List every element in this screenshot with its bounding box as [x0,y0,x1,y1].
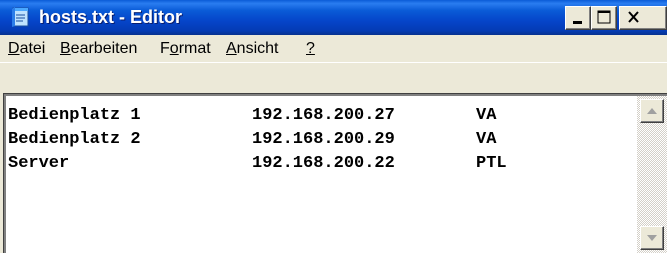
host-tag: VA [476,130,497,149]
scroll-up-arrow-icon [647,108,657,114]
maximize-button[interactable] [591,6,617,30]
menu-bearbeiten-access-key: B [60,40,71,57]
menu-datei[interactable]: Datei [8,35,45,63]
host-ip: 192.168.200.27 [252,106,395,125]
menu-ansicht[interactable]: Ansicht [226,35,278,63]
host-name: Bedienplatz 2 [8,130,141,149]
menu-datei-access-key: D [8,40,20,57]
host-name: Server [8,154,70,173]
menu-format-prefix: F [160,40,170,57]
editor-content[interactable]: Bedienplatz 1 192.168.200.27 VA Bedienpl… [8,104,628,244]
host-tag: VA [476,106,497,125]
host-name: Bedienplatz 1 [8,106,141,125]
notepad-window: hosts.txt - Editor Datei Bearbeiten Form… [0,0,667,253]
host-tag: PTL [476,154,507,173]
notepad-icon[interactable] [10,6,32,28]
scroll-down-button[interactable] [640,226,664,250]
menu-ansicht-rest: nsicht [236,40,279,57]
text-line: Bedienplatz 1 192.168.200.27 VA [8,104,496,128]
menu-format-access-key: o [169,40,179,57]
menu-bearbeiten[interactable]: Bearbeiten [60,35,137,63]
menu-bar: Datei Bearbeiten Format Ansicht ? [0,35,667,63]
minimize-icon [573,21,582,24]
close-button[interactable] [619,6,667,30]
vertical-scrollbar[interactable] [637,96,667,253]
text-line: Bedienplatz 2 192.168.200.29 VA [8,128,496,152]
menu-help[interactable]: ? [306,35,315,63]
menu-help-label: ? [306,40,315,57]
menu-bearbeiten-rest: earbeiten [70,40,138,57]
window-title: hosts.txt - Editor [39,7,182,27]
text-line: Server 192.168.200.22 PTL [8,152,507,176]
menu-ansicht-access-key: A [226,40,237,57]
maximize-icon [597,10,611,24]
host-ip: 192.168.200.22 [252,154,395,173]
scroll-up-button[interactable] [640,99,664,123]
menu-datei-rest: atei [19,40,46,57]
title-bar[interactable]: hosts.txt - Editor [0,0,667,35]
menu-format[interactable]: Format [160,35,211,63]
menu-format-rest: rmat [178,40,211,57]
close-icon [628,11,639,23]
minimize-button[interactable] [565,6,591,30]
host-ip: 192.168.200.29 [252,130,395,149]
scroll-down-arrow-icon [647,235,657,241]
